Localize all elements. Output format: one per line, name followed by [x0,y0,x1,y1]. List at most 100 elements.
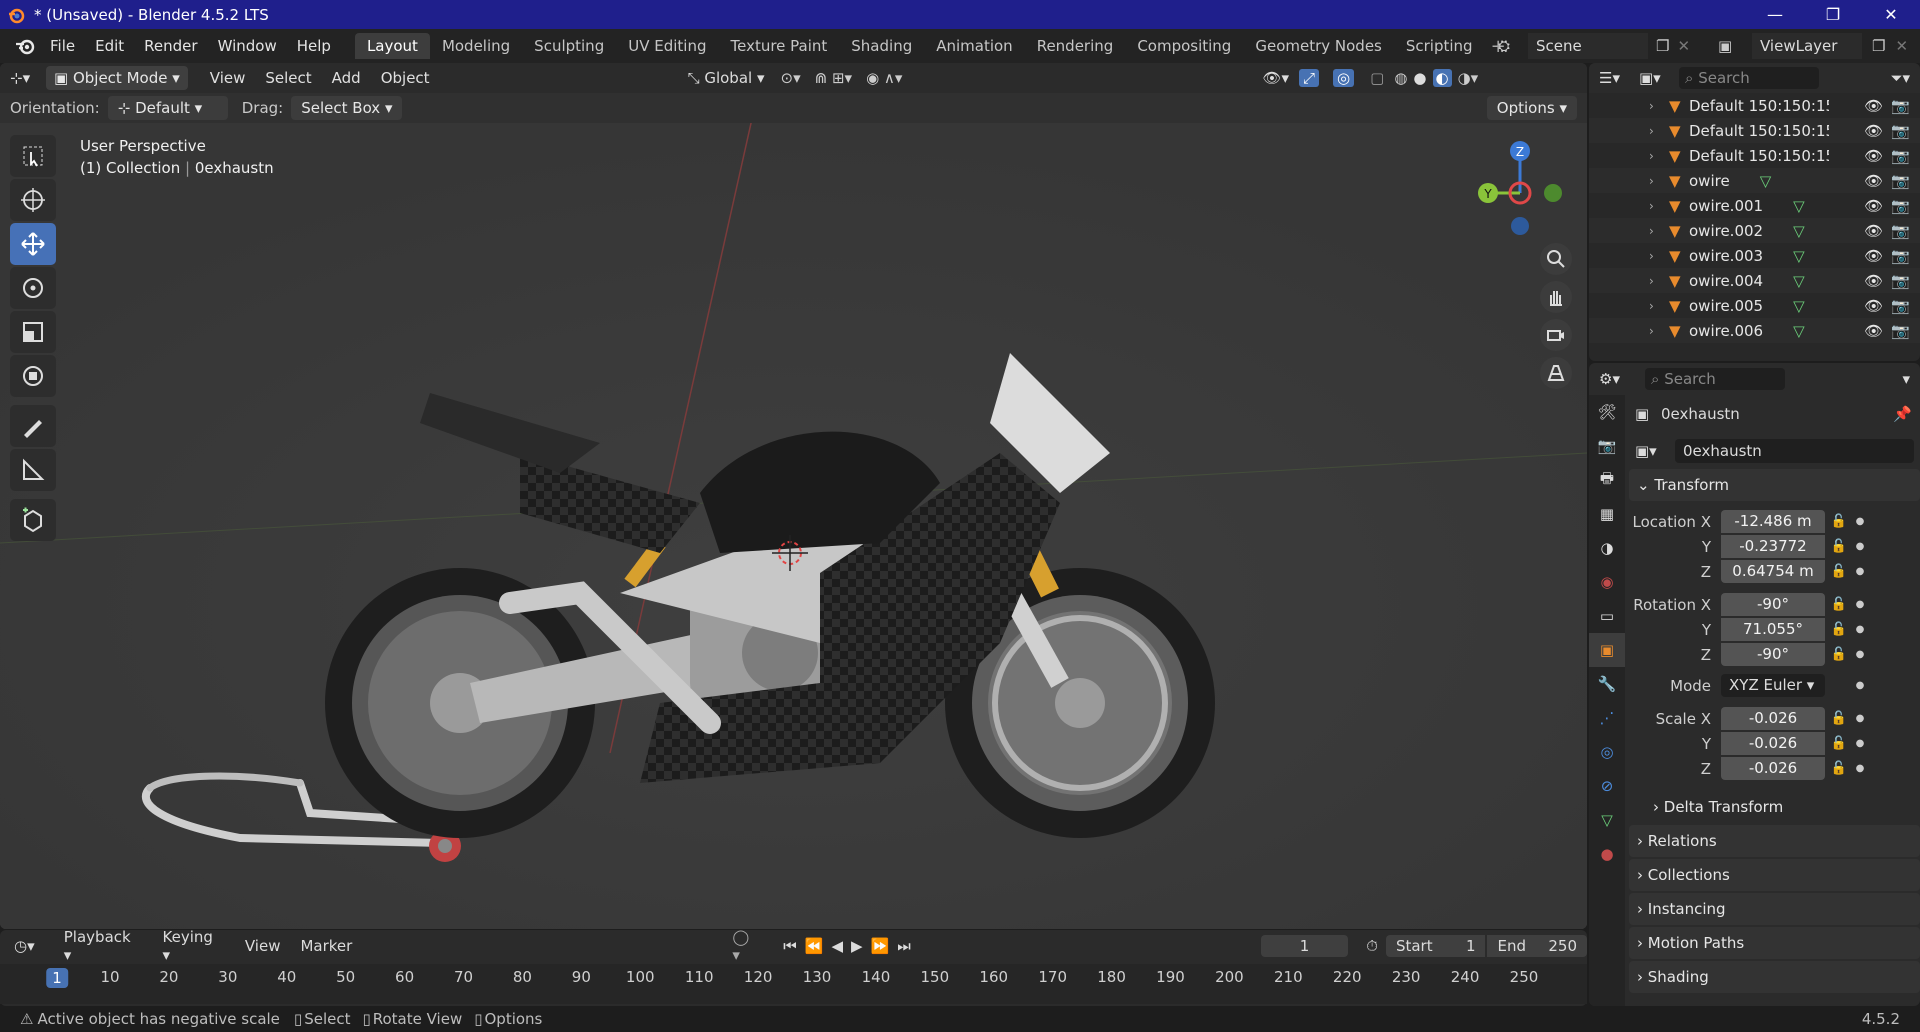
camera-render-icon[interactable]: 📷 [1891,247,1910,265]
camera-render-icon[interactable]: 📷 [1891,122,1910,140]
tab-modeling[interactable]: Modeling [430,33,522,59]
lock-icon[interactable]: 🔓 [1825,622,1853,637]
tab-geometry-nodes[interactable]: Geometry Nodes [1243,33,1394,59]
material-tab-icon[interactable]: ● [1589,837,1625,871]
eye-icon[interactable]: 👁 [1864,322,1883,340]
lock-icon[interactable]: 🔓 [1825,711,1853,726]
visibility-icon[interactable]: 👁▾ [1262,69,1289,87]
jump-start-icon[interactable]: ⏮ [783,937,797,955]
minimize-button[interactable]: — [1746,0,1804,29]
menu-window[interactable]: Window [208,37,287,55]
camera-render-icon[interactable]: 📷 [1891,172,1910,190]
outliner-row[interactable]: ›▼ Default 150:150:150 👁 📷 [1589,93,1920,118]
new-view-layer-icon[interactable]: ❐ [1872,37,1885,55]
relations-panel-header[interactable]: › Relations [1629,825,1920,857]
eye-icon[interactable]: 👁 [1864,222,1883,240]
lock-icon[interactable]: 🔓 [1825,539,1853,554]
lock-icon[interactable]: 🔓 [1825,647,1853,662]
lock-icon[interactable]: 🔓 [1825,736,1853,751]
rotate-icon[interactable] [10,267,56,309]
tab-rendering[interactable]: Rendering [1025,33,1126,59]
render-tab-icon[interactable]: 📷 [1589,429,1625,463]
rotation-y-field[interactable]: 71.055° [1721,618,1825,641]
view-layer-name[interactable]: ViewLayer [1752,33,1862,59]
expand-chevron-icon[interactable]: › [1649,249,1669,263]
outliner-row[interactable]: › ▼ owire ▽ 👁 📷 [1589,168,1920,193]
outliner-row[interactable]: › ▼ owire.006 ▽ 👁 📷 [1589,318,1920,343]
motion-paths-panel-header[interactable]: › Motion Paths [1629,927,1920,959]
transform-panel-header[interactable]: ⌄ Transform [1629,469,1920,501]
properties-editor-icon[interactable]: ⚙▾ [1599,370,1645,388]
current-frame-field[interactable]: 1 [1260,935,1349,957]
tab-uv-editing[interactable]: UV Editing [616,33,718,59]
tab-compositing[interactable]: Compositing [1125,33,1243,59]
current-frame-marker[interactable]: 1 [46,968,68,988]
cursor-icon[interactable] [10,179,56,221]
editor-type-icon[interactable]: ⊹▾ [10,69,40,87]
timeline-editor-type-icon[interactable]: ◷▾ [14,937,54,955]
shading-panel-header[interactable]: › Shading [1629,961,1920,993]
eye-icon[interactable]: 👁 [1864,247,1883,265]
delete-scene-icon[interactable]: ✕ [1677,37,1690,55]
end-frame-field[interactable]: End 250 [1487,935,1588,957]
keyframe-dot-icon[interactable]: ● [1853,738,1867,749]
play-reverse-icon[interactable]: ◀ [831,937,843,955]
menu-add[interactable]: Add [324,67,369,89]
keyframe-dot-icon[interactable]: ● [1853,541,1867,552]
modifier-tab-icon[interactable]: 🔧 [1589,667,1625,701]
expand-chevron-icon[interactable]: › [1649,124,1669,138]
options-dropdown[interactable]: Options ▾ [1486,96,1577,120]
keyframe-dot-icon[interactable]: ● [1853,680,1867,691]
expand-chevron-icon[interactable]: › [1649,224,1669,238]
wireframe-shading-icon[interactable]: ◍ [1394,69,1407,87]
tab-scripting[interactable]: Scripting [1394,33,1485,59]
camera-render-icon[interactable]: 📷 [1891,322,1910,340]
scene-name[interactable]: Scene [1528,33,1648,59]
camera-render-icon[interactable]: 📷 [1891,97,1910,115]
keyframe-dot-icon[interactable]: ● [1853,516,1867,527]
outliner-row[interactable]: ›▼ Default 150:150:150 👁 📷 [1589,118,1920,143]
gizmo-toggle-icon[interactable]: ⤢ [1299,69,1320,87]
menu-view[interactable]: View [202,67,254,89]
menu-object[interactable]: Object [373,67,438,89]
object-tab-icon[interactable]: ▣ [1589,633,1625,667]
camera-view-icon[interactable] [1540,319,1572,351]
add-cube-icon[interactable] [10,499,56,541]
prev-keyframe-icon[interactable]: ⏪ [805,937,824,955]
scale-x-field[interactable]: -0.026 [1721,707,1825,730]
3d-viewport[interactable]: ⊹▾ ▣ Object Mode ▾ View Select Add Objec… [0,63,1587,929]
move-icon[interactable] [10,223,56,265]
menu-keying[interactable]: Keying ▾ [153,928,235,964]
properties-search[interactable]: ⌕ Search [1645,368,1785,390]
lock-icon[interactable]: 🔓 [1825,761,1853,776]
next-keyframe-icon[interactable]: ⏩ [871,937,890,955]
display-mode-icon[interactable]: ▣▾ [1639,69,1679,87]
tool-tab-icon[interactable]: 🛠 [1589,395,1625,429]
camera-render-icon[interactable]: 📷 [1891,222,1910,240]
pivot-icon[interactable]: ⊙▾ [781,69,801,87]
location-y-field[interactable]: -0.23772 [1721,535,1825,558]
rotation-mode-dropdown[interactable]: XYZ Euler ▾ [1721,674,1825,697]
tab-layout[interactable]: Layout [354,33,430,59]
blender-menu-icon[interactable] [10,36,40,56]
physics-tab-icon[interactable]: ◎ [1589,735,1625,769]
camera-render-icon[interactable]: 📷 [1891,197,1910,215]
collections-panel-header[interactable]: › Collections [1629,859,1920,891]
menu-timeline-view[interactable]: View [235,937,291,955]
object-name-field[interactable]: 0exhaustn [1675,439,1914,463]
filter-icon[interactable]: ⏷▾ [1890,69,1910,87]
new-scene-icon[interactable]: ❐ [1656,37,1669,55]
menu-edit[interactable]: Edit [85,37,134,55]
auto-key-icon[interactable]: ◯ ▾ [732,928,761,964]
outliner-row[interactable]: › ▼ owire.003 ▽ 👁 📷 [1589,243,1920,268]
eye-icon[interactable]: 👁 [1864,147,1883,165]
menu-help[interactable]: Help [287,37,341,55]
expand-chevron-icon[interactable]: › [1649,149,1669,163]
jump-end-icon[interactable]: ⏭ [897,937,911,955]
outliner-search[interactable]: ⌕ Search [1679,67,1819,89]
scale-z-field[interactable]: -0.026 [1721,757,1825,780]
pin-icon[interactable]: 📌 [1893,405,1912,423]
lock-icon[interactable]: 🔓 [1825,564,1853,579]
select-box-icon[interactable] [10,135,56,177]
drag-dropdown[interactable]: Select Box ▾ [291,96,403,120]
